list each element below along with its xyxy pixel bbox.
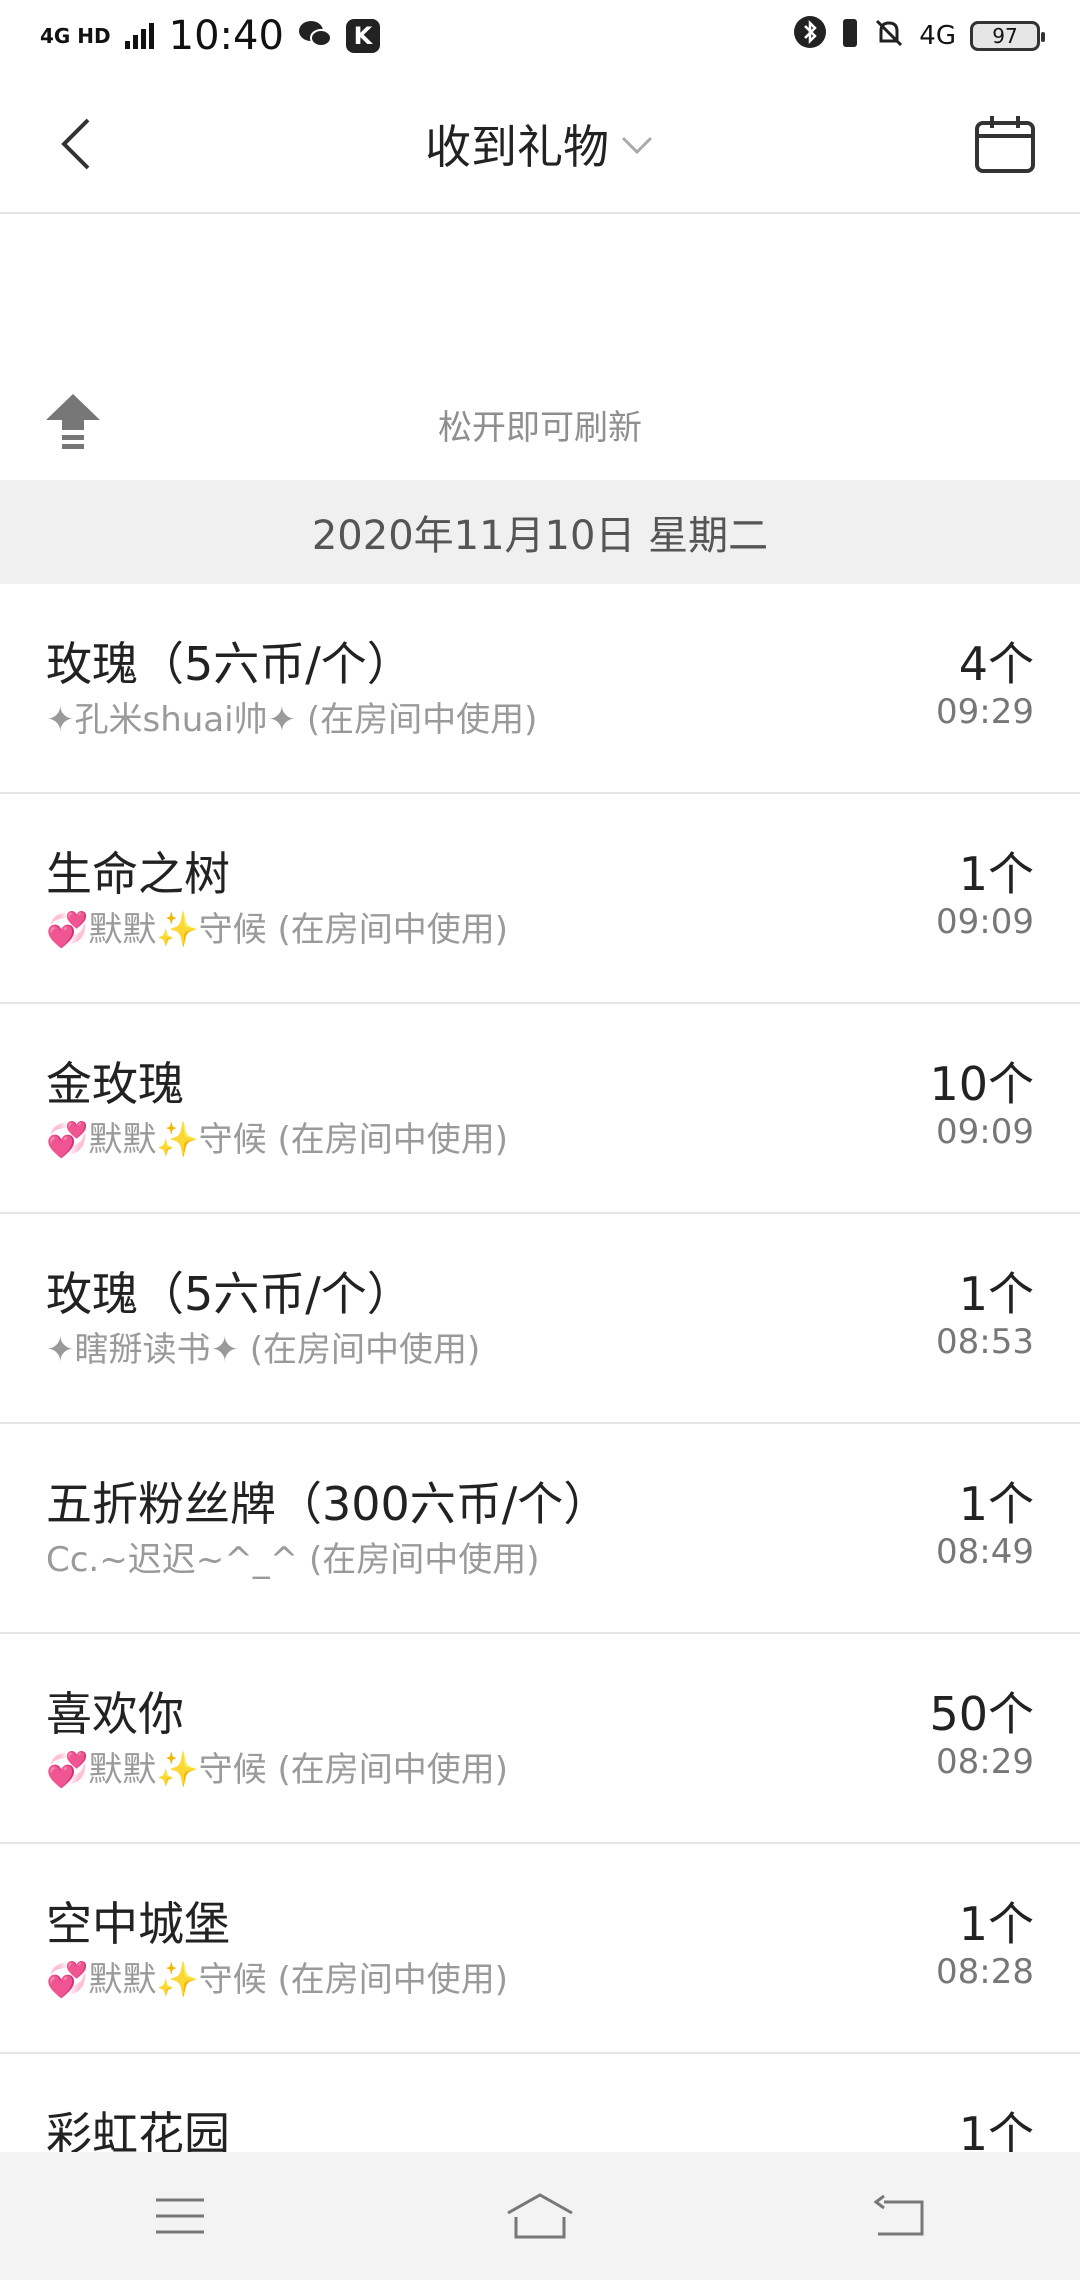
network-indicator: 4G HD — [40, 24, 111, 48]
back-nav-button[interactable] — [860, 2186, 940, 2246]
gift-name: 生命之树 — [46, 847, 230, 901]
list-item[interactable]: 空中城堡 💞默默✨守候 (在房间中使用) 1个 08:28 — [0, 1844, 1080, 2054]
gift-time: 09:09 — [936, 902, 1034, 942]
gift-sender: 💞默默✨守候 (在房间中使用) — [46, 1960, 509, 2000]
status-left: 4G HD 10:40 K — [40, 13, 380, 59]
list-item[interactable]: 玫瑰（5六币/个） ✦孔米shuai帅✦ (在房间中使用) 4个 09:29 — [0, 584, 1080, 794]
gift-count: 4个 — [958, 637, 1034, 691]
list-item[interactable]: 金玫瑰 💞默默✨守候 (在房间中使用) 10个 09:09 — [0, 1004, 1080, 1214]
gift-time: 08:28 — [936, 1952, 1034, 1992]
status-right: 4G 97 — [793, 13, 1045, 59]
title-dropdown[interactable]: 收到礼物 — [0, 112, 1080, 176]
page-title: 收到礼物 — [425, 120, 609, 174]
status-bar: 4G HD 10:40 K 4G 97 — [0, 0, 1080, 72]
bluetooth-icon — [793, 13, 827, 59]
pull-to-refresh: 松开即可刷新 — [0, 214, 1080, 480]
gift-count: 1个 — [958, 847, 1034, 901]
menu-icon — [156, 2198, 204, 2234]
gift-count: 10个 — [929, 1057, 1034, 1111]
gift-time: 09:09 — [936, 1112, 1034, 1152]
calendar-icon — [975, 116, 1035, 173]
mute-bell-icon — [873, 13, 905, 59]
signal-4g: 4G — [919, 21, 956, 51]
home-button[interactable] — [500, 2186, 580, 2246]
gift-time: 09:29 — [936, 692, 1034, 732]
gift-name: 玫瑰（5六币/个） — [46, 1267, 413, 1321]
gift-sender: 💞默默✨守候 (在房间中使用) — [46, 1120, 509, 1160]
gift-sender: ✦瞎掰读书✦ (在房间中使用) — [46, 1330, 481, 1370]
home-icon — [507, 2193, 573, 2239]
list-item[interactable]: 生命之树 💞默默✨守候 (在房间中使用) 1个 09:09 — [0, 794, 1080, 1004]
date-section-header: 2020年11月10日 星期二 — [0, 480, 1080, 584]
wechat-icon — [298, 13, 332, 59]
gift-name: 玫瑰（5六币/个） — [46, 637, 413, 691]
gift-name: 五折粉丝牌（300六币/个） — [46, 1477, 610, 1531]
gift-sender: ✦孔米shuai帅✦ (在房间中使用) — [46, 700, 538, 740]
chevron-down-icon — [621, 136, 653, 155]
gift-list: 玫瑰（5六币/个） ✦孔米shuai帅✦ (在房间中使用) 4个 09:29 生… — [0, 584, 1080, 2264]
list-item[interactable]: 玫瑰（5六币/个） ✦瞎掰读书✦ (在房间中使用) 1个 08:53 — [0, 1214, 1080, 1424]
calendar-button[interactable] — [974, 114, 1036, 174]
gift-count: 50个 — [929, 1687, 1034, 1741]
gift-time: 08:29 — [936, 1742, 1034, 1782]
gift-sender: 💞默默✨守候 (在房间中使用) — [46, 1750, 509, 1790]
gift-time: 08:49 — [936, 1532, 1034, 1572]
gift-sender: 💞默默✨守候 (在房间中使用) — [46, 910, 509, 950]
battery-indicator: 97 — [970, 21, 1045, 51]
gift-name: 金玫瑰 — [46, 1057, 184, 1111]
gift-count: 1个 — [958, 1267, 1034, 1321]
menu-button[interactable] — [140, 2186, 220, 2246]
back-icon — [873, 2194, 924, 2236]
signal-icon — [124, 13, 155, 59]
system-nav-bar — [0, 2152, 1080, 2280]
list-item[interactable]: 五折粉丝牌（300六币/个） Cc.~迟迟~^_^ (在房间中使用) 1个 08… — [0, 1424, 1080, 1634]
gift-name: 空中城堡 — [46, 1897, 230, 1951]
list-item[interactable]: 喜欢你 💞默默✨守候 (在房间中使用) 50个 08:29 — [0, 1634, 1080, 1844]
gift-name: 喜欢你 — [46, 1687, 184, 1741]
k-app-icon: K — [345, 19, 380, 53]
battery-level: 97 — [992, 24, 1018, 48]
gift-count: 1个 — [958, 1897, 1034, 1951]
gift-count: 1个 — [958, 1477, 1034, 1531]
top-bar: 收到礼物 — [0, 72, 1080, 214]
gift-time: 08:53 — [936, 1322, 1034, 1362]
refresh-hint: 松开即可刷新 — [438, 408, 642, 448]
gift-sender: Cc.~迟迟~^_^ (在房间中使用) — [46, 1540, 540, 1580]
vibrate-icon — [841, 13, 859, 59]
clock: 10:40 — [168, 13, 284, 59]
